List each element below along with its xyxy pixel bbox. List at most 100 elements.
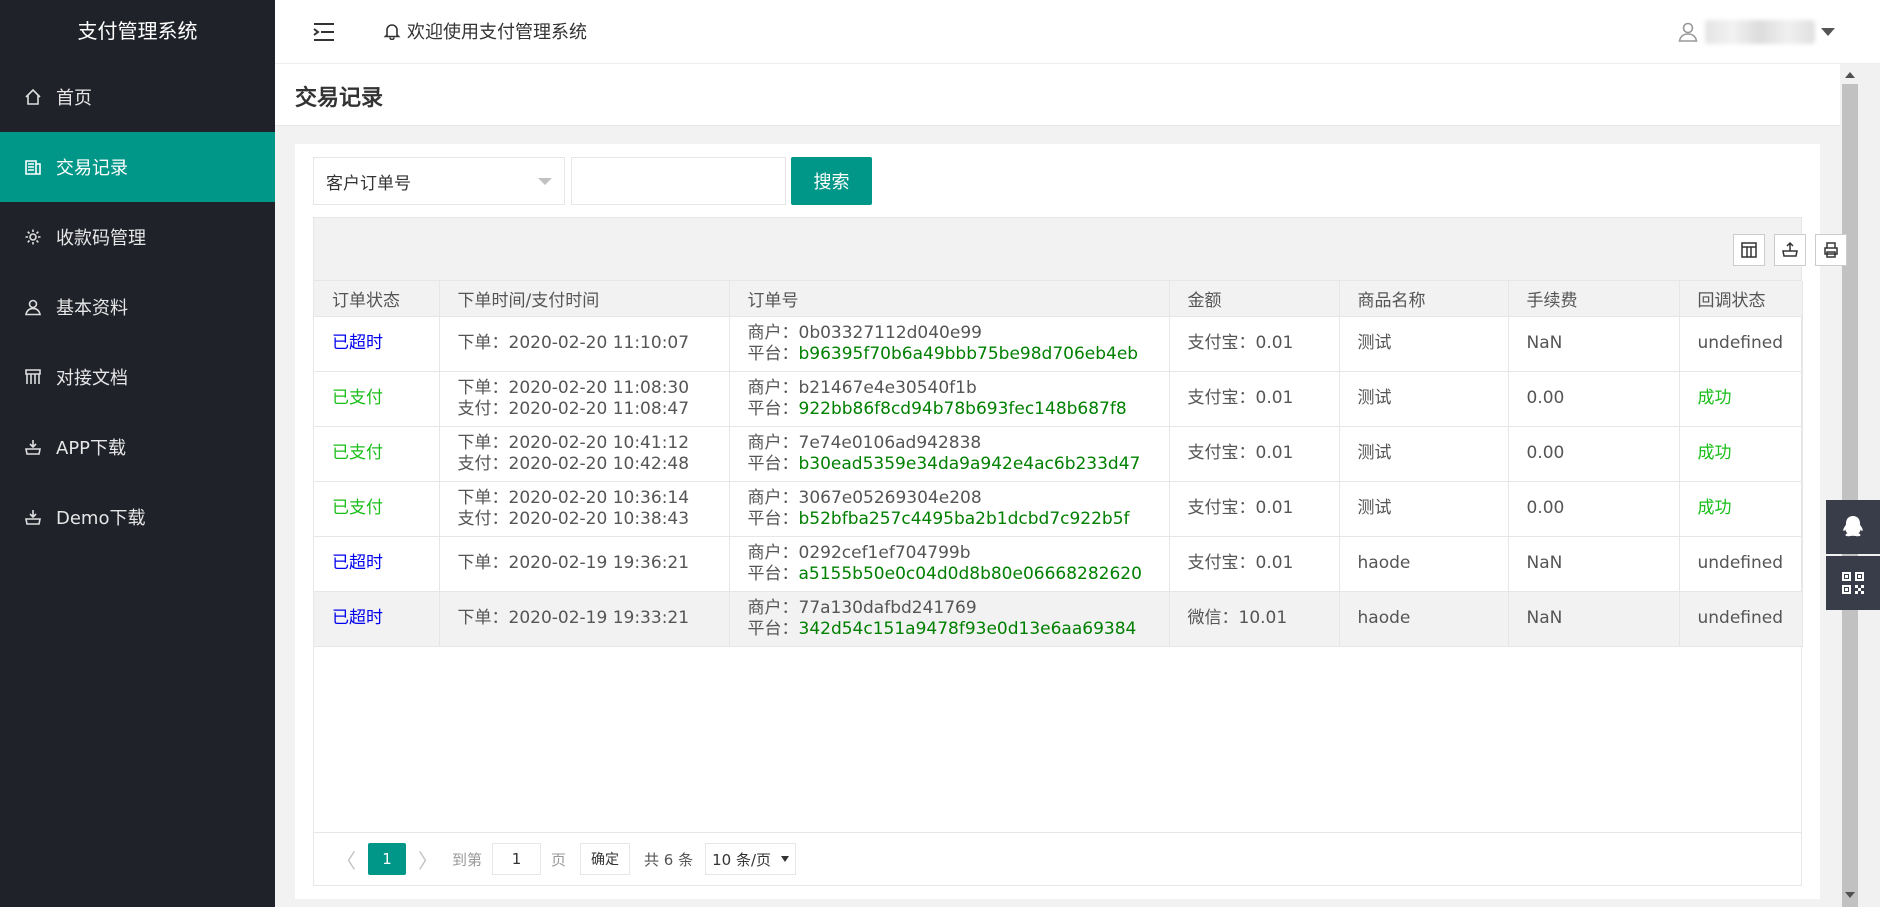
gear-icon bbox=[24, 228, 42, 246]
order-no-cell: 商户：7e74e0106ad942838 平台：b30ead5359e34da9a… bbox=[729, 426, 1170, 482]
home-icon bbox=[24, 88, 42, 106]
sidebar-item-5[interactable]: APP下载 bbox=[0, 412, 275, 482]
column-header[interactable]: 回调状态 bbox=[1679, 281, 1803, 317]
fee-cell: NaN bbox=[1508, 316, 1680, 372]
pay-time: 支付：2020-02-20 10:42:48 bbox=[457, 453, 690, 474]
scroll-down-icon[interactable] bbox=[1845, 892, 1855, 898]
vertical-scrollbar[interactable] bbox=[1840, 64, 1880, 907]
sidebar-item-label: 收款码管理 bbox=[56, 228, 146, 249]
status-text: 已支付 bbox=[332, 443, 383, 463]
amount-cell: 支付宝：0.01 bbox=[1169, 426, 1340, 482]
user-icon bbox=[1678, 22, 1698, 42]
callback-status: 成功 bbox=[1697, 443, 1732, 463]
sidebar-item-label: 首页 bbox=[56, 88, 92, 109]
table-row[interactable]: 已支付 下单：2020-02-20 11:08:30 支付：2020-02-20 1… bbox=[314, 371, 1803, 427]
sidebar-item-0[interactable]: 首页 bbox=[0, 62, 275, 132]
order-no-cell: 商户：77a130dafbd241769 平台：342d54c151a9478f9… bbox=[729, 591, 1170, 647]
callback-cell: undefined bbox=[1679, 536, 1803, 592]
column-header[interactable]: 商品名称 bbox=[1339, 281, 1509, 317]
current-page-button[interactable]: 1 bbox=[368, 843, 406, 875]
search-button[interactable]: 搜索 bbox=[791, 157, 872, 205]
qq-contact-button[interactable] bbox=[1826, 500, 1880, 554]
prev-page-button[interactable]: 〈 bbox=[330, 843, 362, 875]
order-no-cell: 商户：0b03327112d040e99 平台：b96395f70b6a49bbb… bbox=[729, 316, 1170, 372]
amount-cell: 支付宝：0.01 bbox=[1169, 371, 1340, 427]
amount-cell: 微信：10.01 bbox=[1169, 591, 1340, 647]
bell-icon bbox=[383, 24, 401, 40]
next-page-button[interactable]: 〉 bbox=[412, 843, 444, 875]
column-header[interactable]: 订单号 bbox=[729, 281, 1170, 317]
status-text: 已超时 bbox=[332, 553, 383, 573]
order-no-cell: 商户：b21467e4e30540f1b 平台：922bb86f8cd94b78b… bbox=[729, 371, 1170, 427]
app-title: 支付管理系统 bbox=[77, 19, 198, 43]
sidebar-item-label: 对接文档 bbox=[56, 368, 128, 389]
sidebar-item-4[interactable]: 对接文档 bbox=[0, 342, 275, 412]
user-menu[interactable] bbox=[1677, 20, 1835, 44]
merchant-order-no: 商户：0b03327112d040e99 bbox=[747, 322, 982, 343]
sidebar-item-6[interactable]: Demo下载 bbox=[0, 482, 275, 552]
pagination: 〈 1 〉 到第 1 页 确定 共 6 条 10 条/页 bbox=[314, 832, 1801, 885]
docs-icon bbox=[24, 368, 42, 386]
search-input[interactable] bbox=[571, 157, 786, 205]
columns-icon bbox=[1741, 242, 1757, 258]
merchant-order-no: 商户：77a130dafbd241769 bbox=[747, 597, 977, 618]
sidebar-item-2[interactable]: 收款码管理 bbox=[0, 202, 275, 272]
callback-cell: undefined bbox=[1679, 316, 1803, 372]
goto-confirm-button[interactable]: 确定 bbox=[580, 843, 631, 875]
platform-label: 平台： bbox=[747, 398, 799, 419]
column-header[interactable]: 订单状态 bbox=[314, 281, 440, 317]
records-icon bbox=[24, 158, 42, 176]
product-cell: haode bbox=[1339, 536, 1509, 592]
order-no-cell: 商户：3067e05269304e208 平台：b52bfba257c4495ba… bbox=[729, 481, 1170, 537]
table-row[interactable]: 已支付 下单：2020-02-20 10:36:14 支付：2020-02-20 1… bbox=[314, 481, 1803, 537]
qrcode-button[interactable] bbox=[1826, 556, 1880, 610]
page-unit-label: 页 bbox=[551, 850, 567, 869]
callback-status: 成功 bbox=[1697, 498, 1732, 518]
status-text: 已支付 bbox=[332, 388, 383, 408]
goto-page-input[interactable]: 1 bbox=[492, 843, 542, 875]
scrollbar-thumb[interactable] bbox=[1842, 84, 1858, 907]
page-size-select[interactable]: 10 条/页 bbox=[705, 843, 797, 875]
callback-cell: 成功 bbox=[1679, 481, 1803, 537]
amount-cell: 支付宝：0.01 bbox=[1169, 316, 1340, 372]
columns-filter-button[interactable] bbox=[1733, 234, 1765, 266]
fee-cell: 0.00 bbox=[1508, 481, 1680, 537]
amount-cell: 支付宝：0.01 bbox=[1169, 536, 1340, 592]
column-header[interactable]: 下单时间/支付时间 bbox=[439, 281, 730, 317]
welcome-message: 欢迎使用支付管理系统 bbox=[383, 0, 587, 62]
status-cell: 已超时 bbox=[314, 316, 440, 372]
table-row[interactable]: 已超时 下单：2020-02-20 11:10:07 商户：0b03327112d0… bbox=[314, 316, 1803, 372]
chevron-down-icon bbox=[1821, 28, 1835, 36]
callback-status: 成功 bbox=[1697, 388, 1732, 408]
sidebar-item-3[interactable]: 基本资料 bbox=[0, 272, 275, 342]
menu-toggle-icon[interactable] bbox=[313, 22, 335, 42]
print-button[interactable] bbox=[1815, 234, 1847, 266]
scroll-up-icon[interactable] bbox=[1845, 72, 1855, 78]
order-time: 下单：2020-02-19 19:36:21 bbox=[457, 553, 690, 573]
export-icon bbox=[1782, 241, 1798, 257]
platform-order-no: 922bb86f8cd94b78b693fec148b687f8 bbox=[798, 398, 1127, 419]
page-size-value: 10 条/页 bbox=[712, 850, 772, 869]
merchant-order-no: 商户：3067e05269304e208 bbox=[747, 487, 982, 508]
order-no-cell: 商户：0292cef1ef704799b 平台：a5155b50e0c04d0d8… bbox=[729, 536, 1170, 592]
status-cell: 已支付 bbox=[314, 426, 440, 482]
export-button[interactable] bbox=[1774, 234, 1806, 266]
callback-cell: 成功 bbox=[1679, 371, 1803, 427]
fee-cell: NaN bbox=[1508, 536, 1680, 592]
pay-time: 支付：2020-02-20 11:08:47 bbox=[457, 398, 690, 419]
status-cell: 已超时 bbox=[314, 591, 440, 647]
table-row[interactable]: 已支付 下单：2020-02-20 10:41:12 支付：2020-02-20 1… bbox=[314, 426, 1803, 482]
order-time: 下单：2020-02-20 11:10:07 bbox=[457, 333, 690, 353]
platform-order-no: b96395f70b6a49bbb75be98d706eb4eb bbox=[798, 343, 1139, 364]
column-header[interactable]: 手续费 bbox=[1508, 281, 1680, 317]
sidebar-item-label: Demo下载 bbox=[56, 508, 146, 529]
column-header[interactable]: 金额 bbox=[1169, 281, 1340, 317]
search-field-select[interactable]: 客户订单号 bbox=[313, 157, 565, 205]
order-time: 下单：2020-02-20 11:08:30 bbox=[457, 377, 690, 398]
table-toolbar bbox=[314, 218, 1847, 281]
content-card: 客户订单号 搜索 订单状态 下单时间/支付时间 订单号 金额 商品名称 手续费 … bbox=[295, 144, 1847, 899]
time-cell: 下单：2020-02-20 11:10:07 bbox=[439, 316, 730, 372]
sidebar-item-1[interactable]: 交易记录 bbox=[0, 132, 275, 202]
table-row[interactable]: 已超时 下单：2020-02-19 19:36:21 商户：0292cef1ef70… bbox=[314, 536, 1803, 592]
table-row[interactable]: 已超时 下单：2020-02-19 19:33:21 商户：77a130dafbd2… bbox=[314, 591, 1803, 647]
